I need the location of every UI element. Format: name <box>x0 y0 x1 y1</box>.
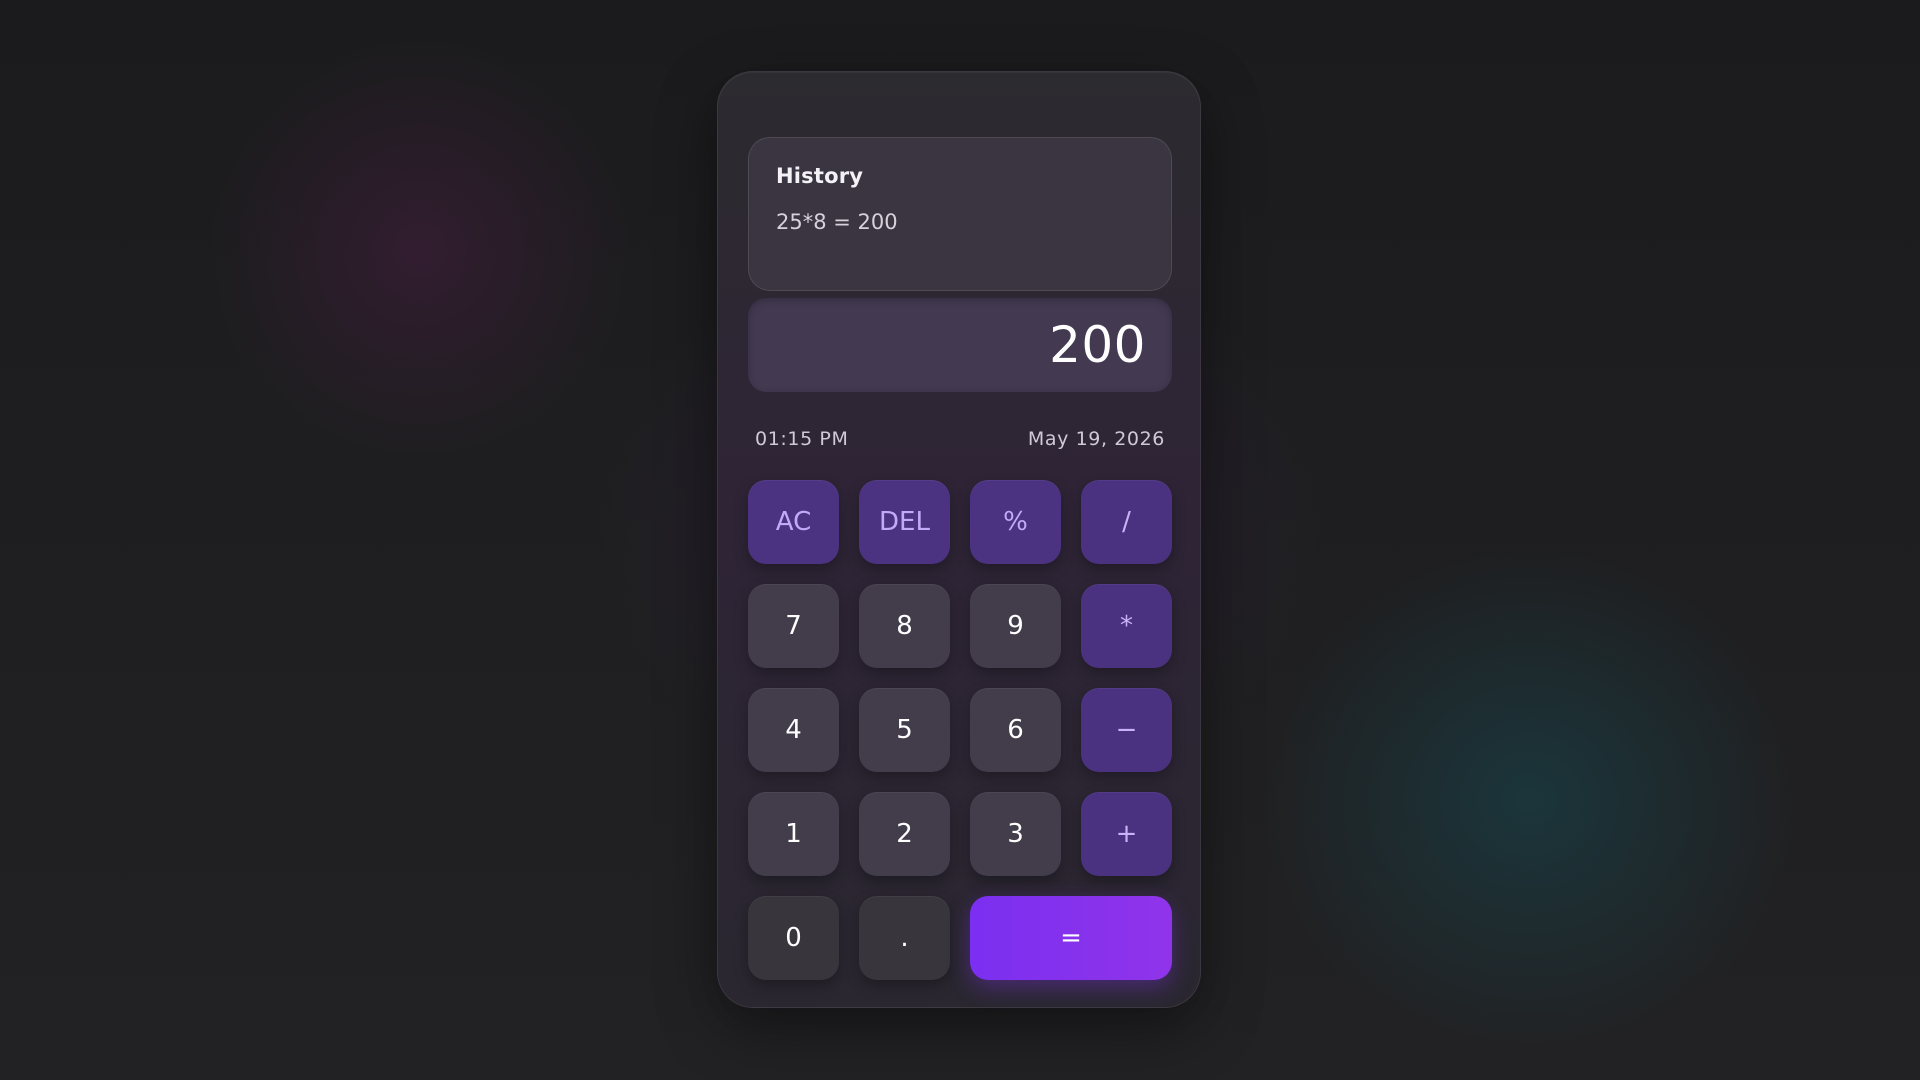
result-display: 200 <box>748 298 1172 392</box>
keypad: AC DEL % / 7 8 9 * 4 5 6 − 1 2 3 + 0 . = <box>748 480 1172 980</box>
subtract-button[interactable]: − <box>1081 688 1172 772</box>
calculator-card: History 25*8 = 200 200 01:15 PM May 19, … <box>717 71 1201 1008</box>
digit-7-button[interactable]: 7 <box>748 584 839 668</box>
digit-6-button[interactable]: 6 <box>970 688 1061 772</box>
current-date: May 19, 2026 <box>1027 428 1165 450</box>
datetime-row: 01:15 PM May 19, 2026 <box>755 428 1165 450</box>
display-value: 200 <box>1049 316 1146 374</box>
decimal-button[interactable]: . <box>859 896 950 980</box>
divide-button[interactable]: / <box>1081 480 1172 564</box>
digit-2-button[interactable]: 2 <box>859 792 950 876</box>
digit-3-button[interactable]: 3 <box>970 792 1061 876</box>
history-title: History <box>776 164 864 188</box>
digit-9-button[interactable]: 9 <box>970 584 1061 668</box>
delete-button[interactable]: DEL <box>859 480 950 564</box>
digit-0-button[interactable]: 0 <box>748 896 839 980</box>
current-time: 01:15 PM <box>755 428 849 450</box>
percent-button[interactable]: % <box>970 480 1061 564</box>
multiply-button[interactable]: * <box>1081 584 1172 668</box>
history-panel: History 25*8 = 200 <box>748 137 1172 291</box>
digit-4-button[interactable]: 4 <box>748 688 839 772</box>
digit-8-button[interactable]: 8 <box>859 584 950 668</box>
all-clear-button[interactable]: AC <box>748 480 839 564</box>
history-entry[interactable]: 25*8 = 200 <box>776 210 1144 234</box>
add-button[interactable]: + <box>1081 792 1172 876</box>
equals-button[interactable]: = <box>970 896 1172 980</box>
digit-5-button[interactable]: 5 <box>859 688 950 772</box>
digit-1-button[interactable]: 1 <box>748 792 839 876</box>
